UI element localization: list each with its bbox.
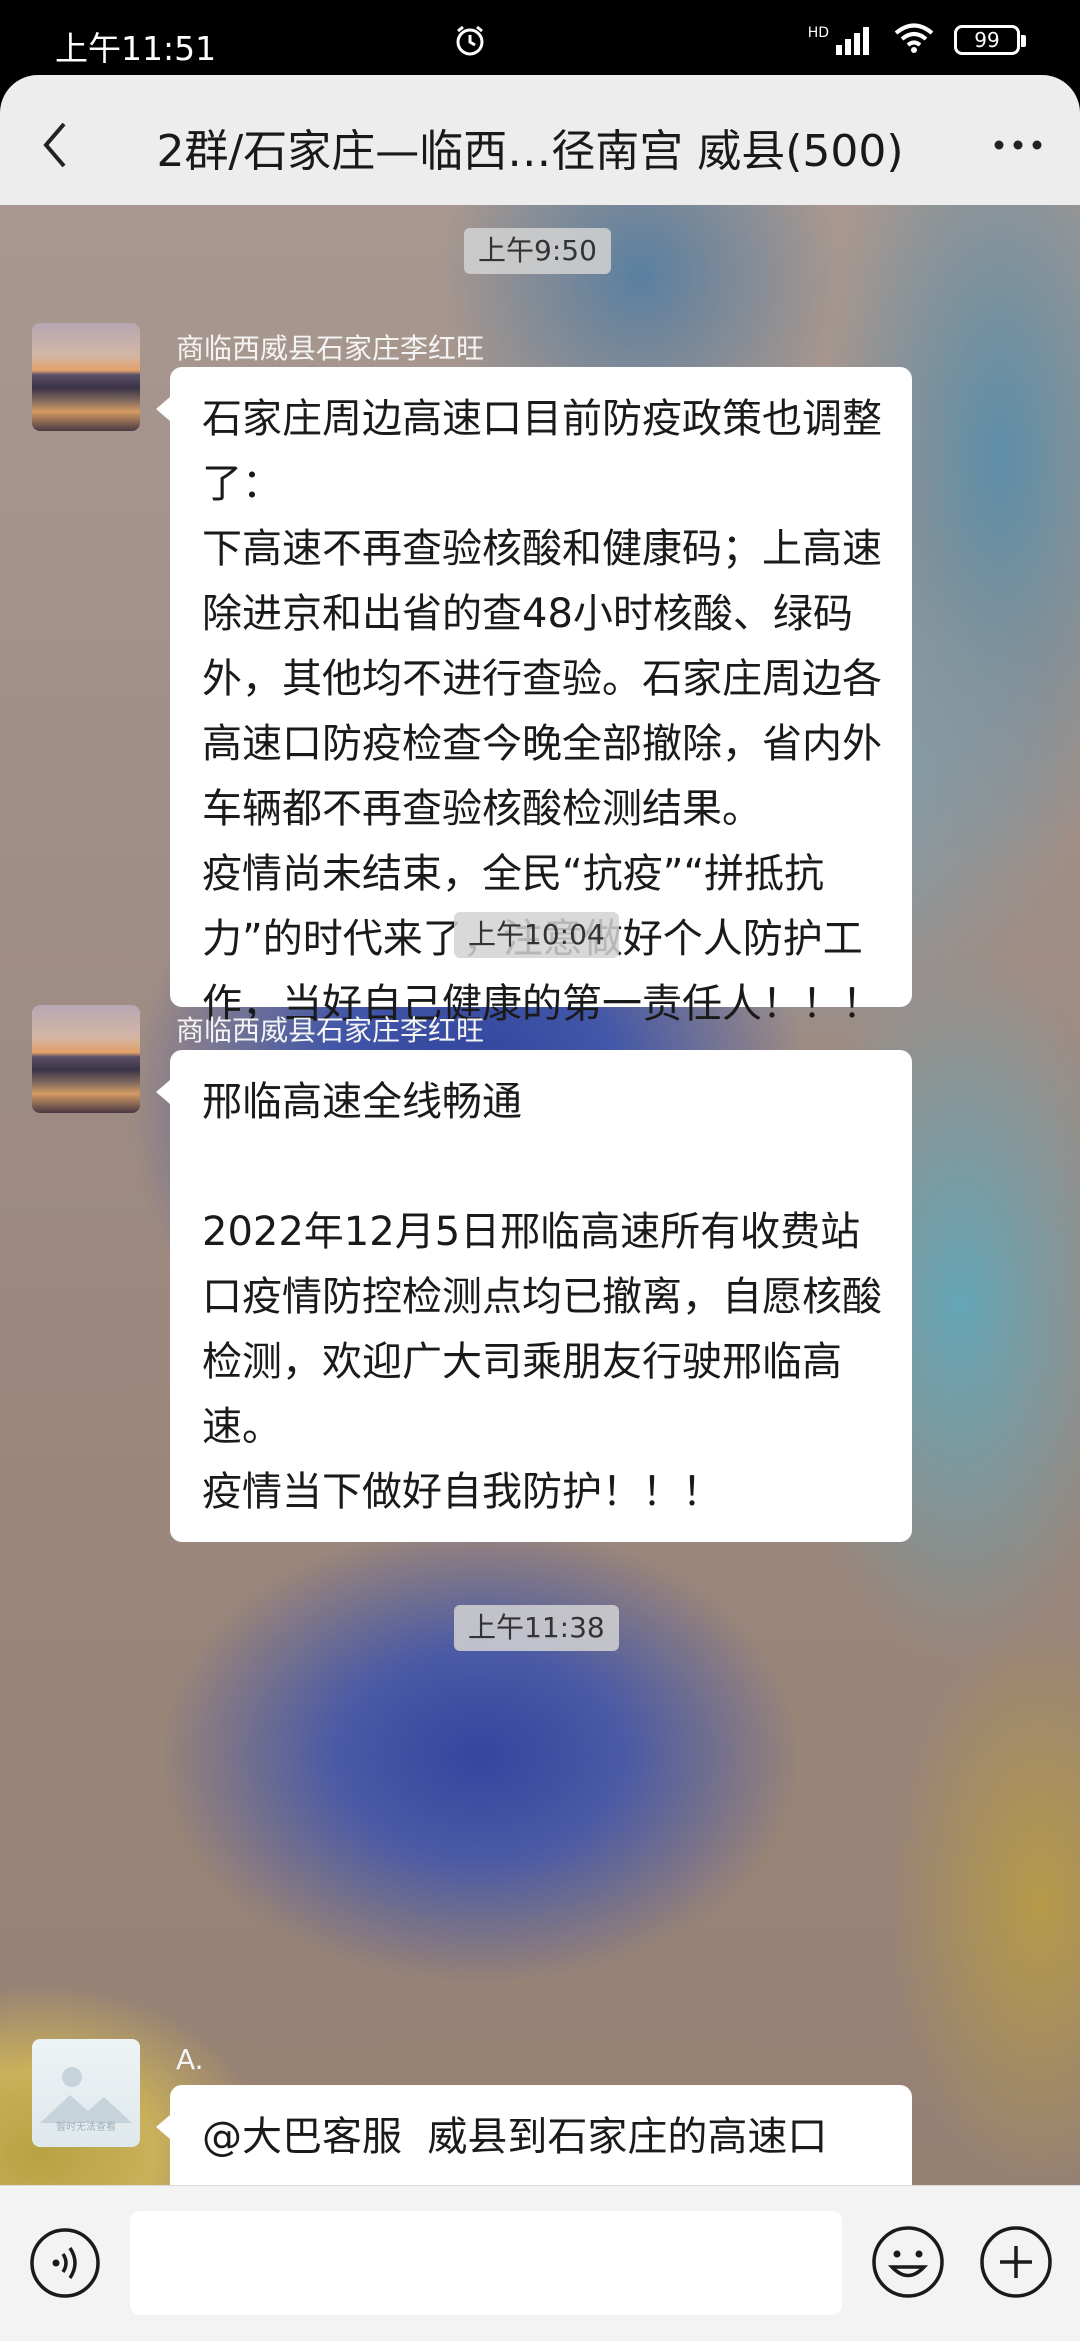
timestamp-label: 上午11:38 [454, 1605, 619, 1651]
battery-icon: 99 [954, 25, 1026, 55]
status-time: 上午11:51 [55, 29, 217, 68]
message-bubble[interactable]: 邢临高速全线畅通 2022年12月5日邢临高速所有收费站口疫情防控检测点均已撤离… [156, 1050, 912, 1542]
avatar[interactable] [32, 1005, 140, 1113]
sender-name: 商临西威县石家庄李红旺 [176, 332, 485, 365]
status-icons: HD 99 [456, 22, 1026, 58]
message-bubble[interactable]: @大巴客服 威县到石家庄的高速口 [156, 2085, 912, 2185]
message-input[interactable] [130, 2211, 842, 2315]
message-bubble[interactable]: 石家庄周边高速口目前防疫政策也调整了： 下高速不再查验核酸和健康码；上高速除进京… [156, 367, 912, 1027]
emoji-icon [872, 2226, 944, 2298]
sender-name: 商临西威县石家庄李红旺 [176, 1014, 485, 1047]
back-button[interactable] [30, 115, 80, 175]
emoji-button[interactable] [870, 2224, 946, 2300]
signal-icon: HD [808, 25, 874, 55]
more-actions-button[interactable] [978, 2224, 1054, 2300]
chat-message-list[interactable]: 上午9:50 商临西威县石家庄李红旺 石家庄周边高速口目前防疫政策也调整了： 下… [0, 205, 1080, 2185]
plus-icon [980, 2226, 1052, 2298]
avatar[interactable] [32, 323, 140, 431]
avatar-caption: 暂时无法查看 [56, 2122, 116, 2133]
alarm-icon [453, 24, 487, 62]
more-button[interactable] [988, 127, 1048, 163]
timestamp-label: 上午10:04 [454, 912, 619, 958]
chat-header: 2群/石家庄—临西…径南宫 威县(500) [0, 75, 1080, 205]
input-bar [0, 2185, 1080, 2341]
wifi-icon [892, 22, 936, 58]
avatar[interactable]: 暂时无法查看 [32, 2039, 140, 2147]
sender-name: A. [176, 2043, 204, 2076]
voice-icon [30, 2228, 100, 2298]
chevron-left-icon [43, 122, 66, 168]
timestamp-label: 上午9:50 [464, 228, 611, 274]
chat-title: 2群/石家庄—临西…径南宫 威县(500) [156, 126, 904, 177]
network-type-label: HD [807, 25, 829, 41]
more-dots-icon [994, 140, 1042, 150]
voice-button[interactable] [28, 2226, 102, 2300]
